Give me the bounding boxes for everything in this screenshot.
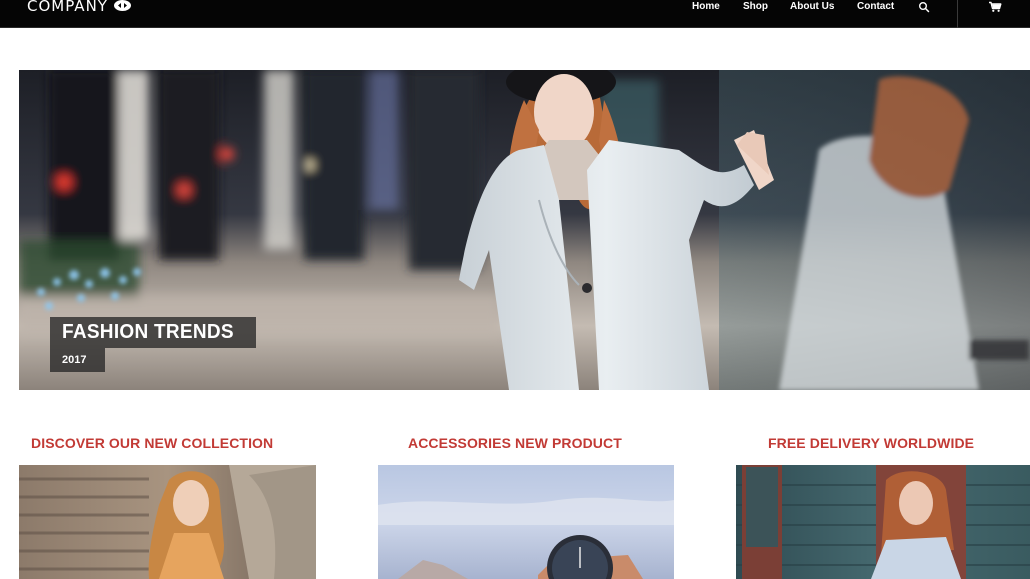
feature-heading-delivery[interactable]: FREE DELIVERY WORLDWIDE xyxy=(768,434,974,452)
nav-shop-link[interactable]: Shop xyxy=(743,1,768,13)
logo-text: COMPANY xyxy=(27,0,108,15)
collection-image[interactable] xyxy=(19,465,316,579)
logo-badge-icon xyxy=(113,0,131,11)
company-logo[interactable]: COMPANY xyxy=(27,0,131,16)
hero-banner[interactable]: FASHION TRENDS 2017 xyxy=(19,70,1030,390)
hero-year: 2017 xyxy=(62,354,87,366)
nav-about-link[interactable]: About Us xyxy=(790,1,834,13)
hero-caption-box: FASHION TRENDS xyxy=(50,317,256,348)
cart-icon[interactable] xyxy=(988,0,1002,12)
delivery-image[interactable] xyxy=(736,465,1030,579)
nav-home-link[interactable]: Home xyxy=(692,1,720,13)
nav-divider xyxy=(957,0,958,28)
feature-heading-accessories[interactable]: ACCESSORIES NEW PRODUCT xyxy=(408,434,622,452)
accessories-image[interactable] xyxy=(378,465,674,579)
hero-year-box: 2017 xyxy=(50,348,105,372)
hero-title: FASHION TRENDS xyxy=(62,321,234,343)
nav-contact-link[interactable]: Contact xyxy=(857,1,894,13)
feature-heading-collection[interactable]: DISCOVER OUR NEW COLLECTION xyxy=(31,434,273,452)
top-navigation-bar: COMPANY Home Shop About Us Contact xyxy=(0,0,1030,28)
search-icon[interactable] xyxy=(918,0,930,13)
